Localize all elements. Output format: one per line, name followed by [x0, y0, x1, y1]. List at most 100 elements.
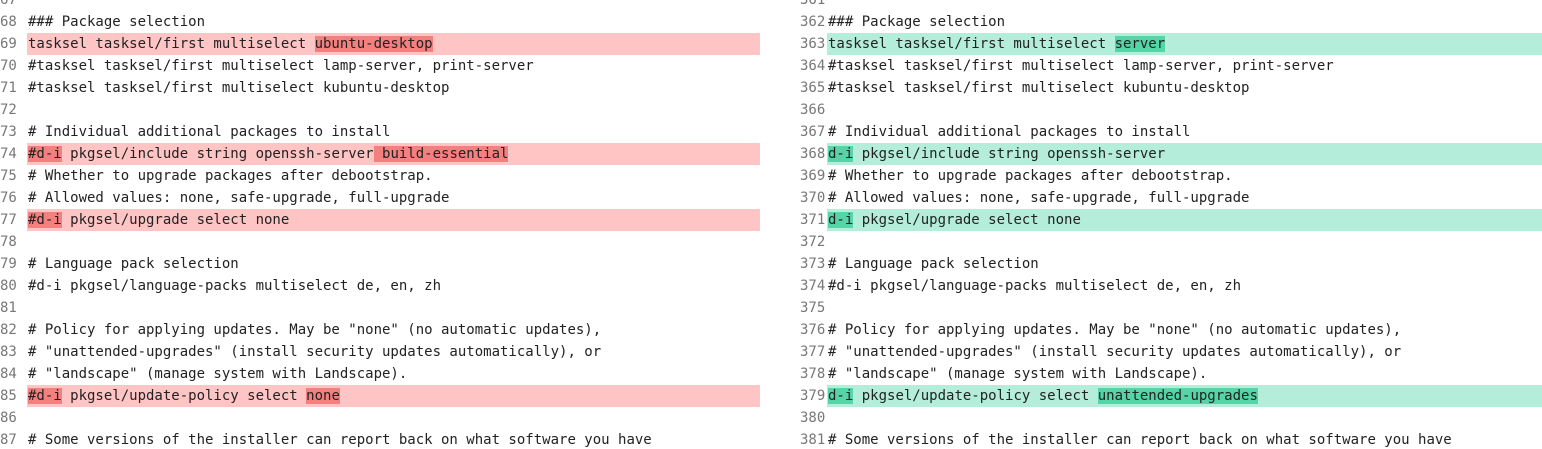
line-text[interactable]: # Individual additional packages to inst… [827, 121, 1542, 143]
code-line[interactable]: 72 [0, 99, 760, 121]
code-line[interactable]: 370 # Allowed values: none, safe-upgrade,… [800, 187, 1542, 209]
deleted-line[interactable]: 74 #d-i pkgsel/include string openssh-ser… [0, 143, 760, 165]
deleted-line[interactable]: 69 tasksel tasksel/first multiselect ubun… [0, 33, 760, 55]
line-text[interactable]: # "landscape" (manage system with Landsc… [827, 363, 1542, 385]
line-number: 375 [800, 300, 826, 316]
code-line[interactable]: 372 [800, 231, 1542, 253]
line-text[interactable]: # Some versions of the installer can rep… [827, 429, 1542, 449]
code-line[interactable]: 73 # Individual additional packages to in… [0, 121, 760, 143]
line-text[interactable]: #d-i pkgsel/language-packs multiselect d… [27, 275, 760, 297]
line-text[interactable]: # "unattended-upgrades" (install securit… [27, 341, 760, 363]
code-line[interactable]: 78 [0, 231, 760, 253]
line-text[interactable]: # Some versions of the installer can rep… [27, 429, 760, 449]
line-text[interactable]: # Policy for applying updates. May be "n… [827, 319, 1542, 341]
inserted-line[interactable]: 379 d-i pkgsel/update-policy select unatt… [800, 385, 1542, 407]
code-line[interactable]: 87 # Some versions of the installer can r… [0, 429, 760, 449]
line-text[interactable]: tasksel tasksel/first multiselect server [827, 33, 1542, 55]
line-text[interactable]: # Policy for applying updates. May be "n… [27, 319, 760, 341]
line-text[interactable]: tasksel tasksel/first multiselect ubuntu… [27, 33, 760, 55]
line-number: 67 [0, 0, 17, 8]
code-line[interactable]: 380 [800, 407, 1542, 429]
code-line[interactable]: 366 [800, 99, 1542, 121]
code-line[interactable]: 369 # Whether to upgrade packages after d… [800, 165, 1542, 187]
line-text[interactable]: d-i pkgsel/upgrade select none [827, 209, 1542, 231]
line-text-segment: pkgsel/include string openssh-server [61, 146, 374, 162]
inserted-line[interactable]: 363 tasksel tasksel/first multiselect ser… [800, 33, 1542, 55]
code-line[interactable]: 83 # "unattended-upgrades" (install secur… [0, 341, 760, 363]
line-text[interactable]: #tasksel tasksel/first multiselect lamp-… [827, 55, 1542, 77]
line-number: 78 [0, 234, 17, 250]
line-text[interactable]: d-i pkgsel/include string openssh-server [827, 143, 1542, 165]
line-number: 374 [800, 278, 826, 294]
code-line[interactable]: 362 ### Package selection [800, 11, 1542, 33]
changed-text-highlight: d-i [828, 212, 854, 228]
line-text[interactable]: #tasksel tasksel/first multiselect lamp-… [27, 55, 760, 77]
code-line[interactable]: 79 # Language pack selection [0, 253, 760, 275]
code-line[interactable]: 378 # "landscape" (manage system with Lan… [800, 363, 1542, 385]
line-text[interactable]: #d-i pkgsel/update-policy select none [27, 385, 760, 407]
line-text[interactable]: ### Package selection [827, 11, 1542, 33]
code-line[interactable]: 75 # Whether to upgrade packages after de… [0, 165, 760, 187]
line-number: 381 [800, 432, 826, 448]
code-line[interactable]: 376 # Policy for applying updates. May be… [800, 319, 1542, 341]
changed-text-highlight: d-i [828, 388, 854, 404]
line-text-segment: pkgsel/update-policy select [853, 388, 1098, 404]
code-line[interactable]: 81 [0, 297, 760, 319]
line-number: 71 [0, 80, 17, 96]
code-line[interactable]: 84 # "landscape" (manage system with Land… [0, 363, 760, 385]
code-line[interactable]: 70 #tasksel tasksel/first multiselect lam… [0, 55, 760, 77]
line-number: 378 [800, 366, 826, 382]
line-text[interactable]: #d-i pkgsel/include string openssh-serve… [27, 143, 760, 165]
inserted-line[interactable]: 371 d-i pkgsel/upgrade select none [800, 209, 1542, 231]
line-text[interactable]: # Allowed values: none, safe-upgrade, fu… [27, 187, 760, 209]
line-text[interactable]: # Allowed values: none, safe-upgrade, fu… [827, 187, 1542, 209]
code-line[interactable]: 367 # Individual additional packages to i… [800, 121, 1542, 143]
line-text[interactable]: # Language pack selection [27, 253, 760, 275]
line-text[interactable]: #d-i pkgsel/upgrade select none [27, 209, 760, 231]
line-text[interactable]: #tasksel tasksel/first multiselect kubun… [827, 77, 1542, 99]
line-text[interactable]: # "landscape" (manage system with Landsc… [27, 363, 760, 385]
line-text[interactable]: ### Package selection [27, 11, 760, 33]
code-line[interactable]: 375 [800, 297, 1542, 319]
line-text[interactable]: # Individual additional packages to inst… [27, 121, 760, 143]
line-text[interactable]: # Whether to upgrade packages after debo… [827, 165, 1542, 187]
line-text[interactable]: #tasksel tasksel/first multiselect kubun… [27, 77, 760, 99]
deleted-line[interactable]: 85 #d-i pkgsel/update-policy select none [0, 385, 760, 407]
line-number: 364 [800, 58, 826, 74]
line-number: 84 [0, 366, 17, 382]
code-line[interactable]: 71 #tasksel tasksel/first multiselect kub… [0, 77, 760, 99]
line-text-segment: tasksel tasksel/first multiselect [828, 36, 1115, 52]
code-line[interactable]: 364 #tasksel tasksel/first multiselect la… [800, 55, 1542, 77]
line-text[interactable]: #d-i pkgsel/language-packs multiselect d… [827, 275, 1542, 297]
code-line[interactable]: 361 [800, 0, 1542, 11]
line-text[interactable]: # Language pack selection [827, 253, 1542, 275]
right-diff-pane[interactable]: 361 362 ### Package selection 363 tasksel ta… [800, 0, 1542, 449]
changed-text-highlight: d-i [828, 146, 854, 162]
line-number: 69 [0, 36, 17, 52]
inserted-line[interactable]: 368 d-i pkgsel/include string openssh-ser… [800, 143, 1542, 165]
line-text[interactable]: d-i pkgsel/update-policy select unattend… [827, 385, 1542, 407]
line-text[interactable]: # Whether to upgrade packages after debo… [27, 165, 760, 187]
changed-text-highlight: build-essential [373, 146, 509, 162]
code-line[interactable]: 381 # Some versions of the installer can … [800, 429, 1542, 449]
code-line[interactable]: 82 # Policy for applying updates. May be … [0, 319, 760, 341]
code-line[interactable]: 374 #d-i pkgsel/language-packs multiselec… [800, 275, 1542, 297]
line-text[interactable]: # "unattended-upgrades" (install securit… [827, 341, 1542, 363]
line-number: 367 [800, 124, 826, 140]
code-line[interactable]: 86 [0, 407, 760, 429]
line-number: 85 [0, 388, 17, 404]
code-line[interactable]: 365 #tasksel tasksel/first multiselect ku… [800, 77, 1542, 99]
deleted-line[interactable]: 77 #d-i pkgsel/upgrade select none [0, 209, 760, 231]
line-number: 80 [0, 278, 17, 294]
code-line[interactable]: 67 [0, 0, 760, 11]
line-number: 70 [0, 58, 17, 74]
code-line[interactable]: 80 #d-i pkgsel/language-packs multiselect… [0, 275, 760, 297]
code-line[interactable]: 68 ### Package selection [0, 11, 760, 33]
line-number: 373 [800, 256, 826, 272]
code-line[interactable]: 373 # Language pack selection [800, 253, 1542, 275]
line-text-segment: pkgsel/upgrade select none [853, 212, 1081, 228]
code-line[interactable]: 76 # Allowed values: none, safe-upgrade, … [0, 187, 760, 209]
line-number: 76 [0, 190, 17, 206]
code-line[interactable]: 377 # "unattended-upgrades" (install secu… [800, 341, 1542, 363]
left-diff-pane[interactable]: 67 68 ### Package selection 69 tasksel tasks… [0, 0, 760, 449]
